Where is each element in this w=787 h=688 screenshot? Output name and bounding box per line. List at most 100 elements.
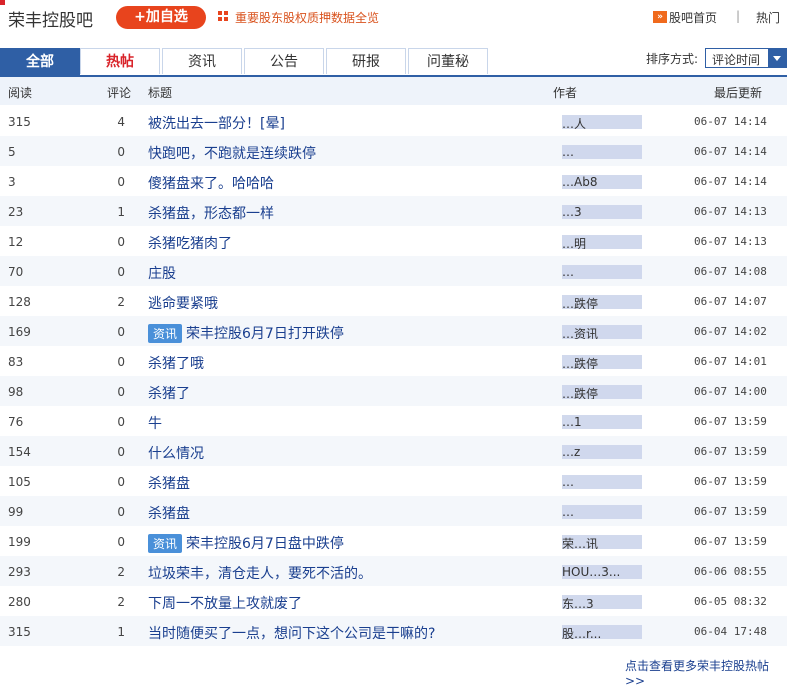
- tab-ask-secretary[interactable]: 问董秘: [408, 48, 488, 74]
- author-link[interactable]: 东…3: [562, 595, 652, 609]
- col-comments: 评论: [107, 86, 132, 100]
- author-link[interactable]: …z: [562, 445, 652, 459]
- comment-count: 0: [117, 475, 125, 489]
- tab-research[interactable]: 研报: [326, 48, 406, 74]
- tab-announcements[interactable]: 公告: [244, 48, 324, 74]
- post-title-text: 杀猪了: [148, 386, 190, 402]
- author-name: …: [562, 505, 574, 519]
- redaction-blur: [562, 145, 642, 159]
- guba-home-link[interactable]: 股吧首页: [669, 9, 717, 26]
- read-count: 83: [8, 355, 24, 369]
- comment-count: 0: [117, 265, 125, 279]
- comment-count: 2: [117, 295, 125, 309]
- read-count: 98: [8, 385, 24, 399]
- author-link[interactable]: …Ab8: [562, 175, 652, 189]
- separator: |: [736, 9, 741, 23]
- post-title-link[interactable]: 杀猪吃猪肉了: [148, 233, 232, 253]
- read-count: 5: [8, 145, 16, 159]
- author-link[interactable]: …: [562, 265, 652, 279]
- author-link[interactable]: …跌停: [562, 295, 652, 309]
- post-title-link[interactable]: 杀猪盘: [148, 503, 190, 523]
- last-updated: 06-07 14:14: [694, 115, 767, 128]
- author-link[interactable]: …: [562, 505, 652, 519]
- author-name: …跌停: [562, 297, 599, 309]
- sort-value: 评论时间: [712, 53, 761, 67]
- col-author: 作者: [553, 86, 578, 100]
- table-row: 70 0 庄股 … 06-07 14:08: [0, 256, 787, 286]
- redaction-blur: [562, 265, 642, 279]
- author-link[interactable]: …明: [562, 235, 652, 249]
- author-link[interactable]: 股…r...: [562, 625, 652, 639]
- more-hot-posts-link[interactable]: 点击查看更多荣丰控股热帖>>: [625, 657, 787, 688]
- post-title-text: 当时随便买了一点，想问下这个公司是干嘛的?: [148, 626, 436, 642]
- post-title-link[interactable]: 杀猪了: [148, 383, 190, 403]
- table-row: 280 2 下周一不放量上攻就废了 东…3 06-05 08:32: [0, 586, 787, 616]
- author-link[interactable]: …跌停: [562, 355, 652, 369]
- post-title-text: 杀猪吃猪肉了: [148, 236, 232, 252]
- read-count: 315: [8, 625, 31, 639]
- author-link[interactable]: 荣…讯: [562, 535, 652, 549]
- table-row: 3 0 傻猪盘来了。哈哈哈 …Ab8 06-07 14:14: [0, 166, 787, 196]
- bar-title[interactable]: 荣丰控股吧: [8, 6, 93, 31]
- comment-count: 0: [117, 415, 125, 429]
- last-updated: 06-05 08:32: [694, 595, 767, 608]
- post-title-link[interactable]: 当时随便买了一点，想问下这个公司是干嘛的?: [148, 623, 435, 643]
- post-title-link[interactable]: 傻猪盘来了。哈哈哈: [148, 173, 274, 193]
- post-title-link[interactable]: 杀猪盘: [148, 473, 190, 493]
- post-title-text: 牛: [148, 416, 162, 432]
- post-title-link[interactable]: 牛: [148, 413, 162, 433]
- pledge-data-link[interactable]: 重要股东股权质押数据全览: [235, 9, 379, 26]
- comment-count: 0: [117, 235, 125, 249]
- author-name: …人: [562, 117, 587, 129]
- post-title-link[interactable]: 资讯 荣丰控股6月7日打开跌停: [148, 323, 344, 343]
- hot-link[interactable]: 热门: [756, 9, 780, 26]
- read-count: 169: [8, 325, 31, 339]
- comment-count: 0: [117, 175, 125, 189]
- read-count: 3: [8, 175, 16, 189]
- post-title-link[interactable]: 下周一不放量上攻就废了: [148, 593, 302, 613]
- post-title-link[interactable]: 被洗出去一部分！[晕]: [148, 113, 285, 133]
- author-link[interactable]: …: [562, 475, 652, 489]
- author-link[interactable]: …1: [562, 415, 652, 429]
- author-link[interactable]: …: [562, 145, 652, 159]
- last-updated: 06-07 14:14: [694, 145, 767, 158]
- read-count: 293: [8, 565, 31, 579]
- post-title-link[interactable]: 快跑吧，不跑就是连续跌停: [148, 143, 316, 163]
- tab-news[interactable]: 资讯: [162, 48, 242, 74]
- tab-hot[interactable]: 热帖: [80, 48, 160, 74]
- table-header: 阅读 评论 标题 作者 最后更新: [0, 77, 787, 105]
- post-title-link[interactable]: 垃圾荣丰，清仓走人，要死不活的。: [148, 563, 372, 583]
- table-row: 83 0 杀猪了哦 …跌停 06-07 14:01: [0, 346, 787, 376]
- post-title-text: 杀猪盘: [148, 476, 190, 492]
- author-link[interactable]: …3: [562, 205, 652, 219]
- table-row: 99 0 杀猪盘 … 06-07 13:59: [0, 496, 787, 526]
- post-title-link[interactable]: 逃命要紧哦: [148, 293, 218, 313]
- table-row: 128 2 逃命要紧哦 …跌停 06-07 14:07: [0, 286, 787, 316]
- last-updated: 06-07 14:02: [694, 325, 767, 338]
- post-title-text: 什么情况: [148, 446, 204, 462]
- author-name: …: [562, 145, 574, 159]
- post-title-text: 荣丰控股6月7日盘中跌停: [186, 536, 344, 552]
- post-title-text: 快跑吧，不跑就是连续跌停: [148, 146, 316, 162]
- author-name: …跌停: [562, 387, 599, 399]
- chevron-down-icon[interactable]: [768, 49, 786, 67]
- post-title-link[interactable]: 杀猪盘，形态都一样: [148, 203, 274, 223]
- post-title-link[interactable]: 庄股: [148, 263, 176, 283]
- author-link[interactable]: …人: [562, 115, 652, 129]
- tab-all[interactable]: 全部: [0, 48, 80, 75]
- add-to-watchlist-button[interactable]: +加自选: [116, 6, 206, 29]
- sort-select[interactable]: 评论时间: [705, 48, 787, 68]
- last-updated: 06-07 14:13: [694, 235, 767, 248]
- author-name: …资讯: [562, 327, 599, 339]
- last-updated: 06-07 14:14: [694, 175, 767, 188]
- author-link[interactable]: HOU…3...: [562, 565, 652, 579]
- post-title-link[interactable]: 杀猪了哦: [148, 353, 204, 373]
- grid-icon: [218, 11, 228, 21]
- author-link[interactable]: …跌停: [562, 385, 652, 399]
- post-title-text: 杀猪盘，形态都一样: [148, 206, 274, 222]
- table-row: 23 1 杀猪盘，形态都一样 …3 06-07 14:13: [0, 196, 787, 226]
- post-title-link[interactable]: 什么情况: [148, 443, 204, 463]
- post-title-link[interactable]: 资讯 荣丰控股6月7日盘中跌停: [148, 533, 344, 553]
- author-link[interactable]: …资讯: [562, 325, 652, 339]
- comment-count: 2: [117, 595, 125, 609]
